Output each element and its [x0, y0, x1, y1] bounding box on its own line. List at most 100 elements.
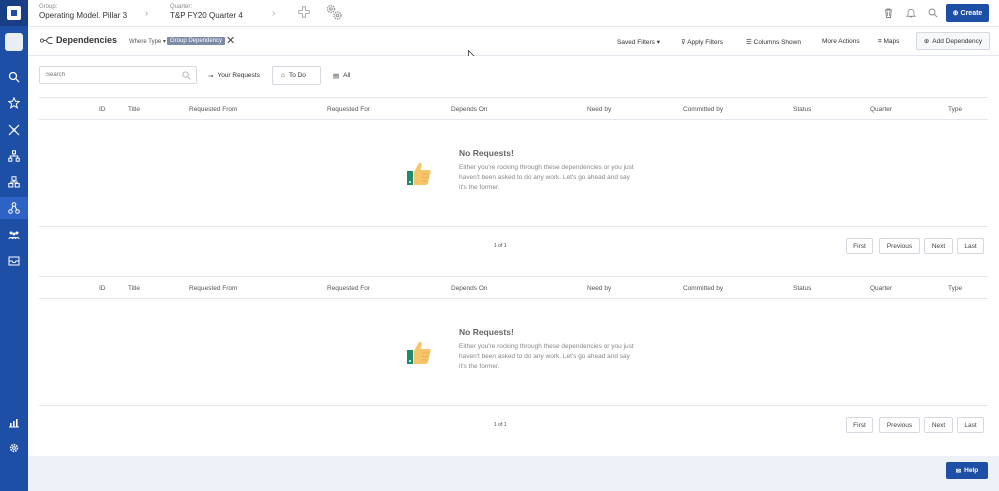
column-committed-by[interactable]: Committed by — [683, 285, 723, 292]
search-icon[interactable] — [182, 71, 191, 82]
to-do-tab[interactable]: ⌂ To Do — [272, 66, 321, 85]
create-label: Create — [960, 9, 983, 17]
settings-icon[interactable] — [0, 437, 28, 459]
app-logo[interactable] — [0, 0, 28, 26]
all-tab[interactable]: ▤ All — [325, 66, 358, 85]
group-label: Group: — [39, 4, 58, 10]
add-plus-icon[interactable] — [298, 6, 310, 20]
columns-shown-label: Columns Shown — [753, 39, 801, 46]
close-icon[interactable]: ✕ — [226, 34, 235, 47]
column-depends-on[interactable]: Depends On — [451, 106, 488, 113]
column-type[interactable]: Type — [948, 285, 962, 292]
next-page-button[interactable]: Next — [924, 238, 953, 254]
strategy-icon[interactable] — [0, 119, 28, 141]
thumbs-up-icon — [406, 160, 432, 188]
first-page-button[interactable]: First — [846, 417, 873, 433]
maps-button[interactable]: ⌗ Maps — [878, 38, 899, 46]
search-icon[interactable] — [928, 8, 938, 20]
column-need-by[interactable]: Need by — [587, 285, 611, 292]
column-title[interactable]: Title — [128, 285, 140, 292]
app-switcher-button[interactable] — [5, 33, 23, 51]
column-type[interactable]: Type — [948, 106, 962, 113]
plus-icon: ⊕ — [952, 10, 959, 17]
to-do-label: To Do — [288, 72, 306, 79]
empty-message: Either you're rocking through these depe… — [459, 343, 634, 370]
empty-message: Either you're rocking through these depe… — [459, 164, 634, 191]
column-id[interactable]: ID — [99, 106, 106, 113]
column-depends-on[interactable]: Depends On — [451, 285, 488, 292]
quarter-label: Quarter: — [170, 4, 193, 10]
saved-filters-button[interactable]: Saved Filters ▾ — [617, 38, 660, 46]
add-dependency-button[interactable]: ⊕ Add Dependency — [916, 32, 990, 50]
empty-title: No Requests! — [459, 148, 514, 158]
trash-icon[interactable] — [884, 8, 893, 20]
inbox-icon[interactable] — [0, 250, 28, 272]
column-title[interactable]: Title — [128, 106, 140, 113]
main-content: ⊸Your Requests ⌂To Do ▤All ID Title Requ… — [28, 56, 999, 456]
table-header: ID Title Requested From Requested For De… — [39, 97, 988, 120]
next-page-button[interactable]: Next — [924, 417, 953, 433]
page-info: 1 of 1 — [494, 422, 507, 428]
search-input[interactable] — [40, 67, 170, 83]
column-id[interactable]: ID — [99, 285, 106, 292]
requests-icon: ⊸ — [208, 72, 214, 80]
search-field[interactable] — [39, 66, 197, 84]
column-status[interactable]: Status — [793, 106, 811, 113]
last-page-button[interactable]: Last — [957, 238, 984, 254]
hierarchy-icon[interactable] — [0, 145, 28, 167]
column-quarter[interactable]: Quarter — [870, 106, 892, 113]
your-requests-label: Your Requests — [217, 72, 260, 79]
column-status[interactable]: Status — [793, 285, 811, 292]
where-type-label: Where Type — [129, 39, 162, 45]
dependency-icon[interactable] — [0, 197, 28, 219]
team-icon[interactable] — [0, 224, 28, 246]
map-icon: ⌗ — [878, 38, 882, 45]
page-title: Dependencies — [56, 35, 118, 45]
more-actions-label: More Actions — [822, 38, 860, 45]
column-requested-for[interactable]: Requested For — [327, 285, 370, 292]
left-nav-rail — [0, 0, 28, 491]
bell-icon[interactable] — [905, 8, 917, 20]
columns-icon: ☰ — [746, 39, 752, 46]
maps-label: Maps — [883, 38, 900, 45]
search-icon[interactable] — [0, 66, 28, 88]
gears-icon[interactable] — [325, 3, 343, 23]
apply-filters-label: Apply Filters — [687, 39, 723, 46]
column-requested-for[interactable]: Requested For — [327, 106, 370, 113]
help-button[interactable]: ✉ Help — [946, 462, 988, 479]
column-requested-from[interactable]: Requested From — [189, 285, 237, 292]
dependencies-toolbar: Dependencies Where Type ▾ Group Dependen… — [28, 27, 999, 56]
chevron-right-icon: › — [145, 8, 149, 19]
caret-down-icon: ▾ — [162, 39, 166, 45]
last-page-button[interactable]: Last — [957, 417, 984, 433]
group-selector[interactable]: Group: Operating Model. Pillar 3 — [39, 4, 127, 20]
previous-page-button[interactable]: Previous — [879, 238, 920, 254]
empty-state: No Requests! Either you're rocking throu… — [39, 299, 988, 406]
group-value: Operating Model. Pillar 3 — [39, 11, 128, 20]
dependency-icon — [39, 36, 53, 47]
first-page-button[interactable]: First — [846, 238, 873, 254]
all-label: All — [343, 72, 351, 79]
filter-chip[interactable]: Group Dependency — [167, 37, 226, 45]
star-icon[interactable] — [0, 92, 28, 114]
top-bar: Group: Operating Model. Pillar 3 › Quart… — [28, 0, 999, 27]
column-requested-from[interactable]: Requested From — [189, 106, 237, 113]
column-quarter[interactable]: Quarter — [870, 285, 892, 292]
help-icon: ✉ — [955, 467, 962, 475]
your-requests-tab[interactable]: ⊸ Your Requests — [200, 66, 268, 85]
reports-icon[interactable] — [0, 411, 28, 433]
quarter-selector[interactable]: Quarter: T&P FY20 Quarter 4 — [170, 4, 243, 20]
chevron-right-icon: › — [272, 8, 276, 19]
previous-page-button[interactable]: Previous — [879, 417, 920, 433]
more-actions-button[interactable]: More Actions — [822, 38, 860, 45]
filter-icon: ⊽ — [681, 39, 686, 46]
columns-shown-button[interactable]: ☰ Columns Shown — [746, 38, 801, 46]
column-committed-by[interactable]: Committed by — [683, 106, 723, 113]
apply-filters-button[interactable]: ⊽ Apply Filters — [681, 38, 723, 46]
org-icon[interactable] — [0, 171, 28, 193]
caret-down-icon: ▾ — [656, 39, 661, 46]
where-type-dropdown[interactable]: Where Type ▾ — [129, 38, 166, 45]
create-button[interactable]: ⊕ Create — [946, 4, 989, 22]
column-need-by[interactable]: Need by — [587, 106, 611, 113]
empty-title: No Requests! — [459, 327, 514, 337]
